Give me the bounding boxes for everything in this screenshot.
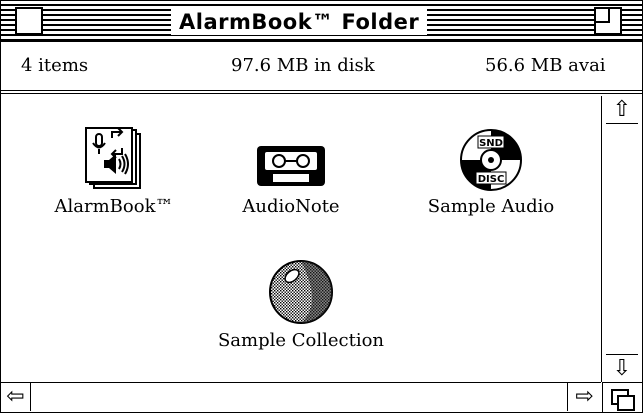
vertical-scrollbar[interactable]: ⇧ ⇩ (601, 96, 642, 382)
file-sample-collection[interactable]: Sample Collection (191, 254, 411, 351)
file-alarmbook[interactable]: AlarmBook™ (39, 126, 189, 217)
info-bar: 4 items 97.6 MB in disk 56.6 MB avai (1, 42, 642, 94)
scroll-down-arrow-icon[interactable]: ⇩ (606, 354, 638, 382)
alarmbook-app-icon (85, 127, 141, 189)
window-title: AlarmBook™ Folder (171, 9, 428, 35)
file-sample-audio[interactable]: SND DISC Sample Audio (406, 126, 576, 217)
finder-window: AlarmBook™ Folder 4 items 97.6 MB in dis… (0, 0, 643, 413)
file-label: AlarmBook™ (54, 196, 174, 217)
sphere-icon (269, 260, 333, 324)
cassette-icon (257, 146, 325, 186)
disc-label: DISC (478, 174, 505, 185)
scroll-left-arrow-icon[interactable]: ⇦ (1, 383, 31, 411)
resize-grow-box-icon[interactable] (602, 382, 642, 412)
item-count: 4 items (21, 55, 89, 76)
folder-content: AlarmBook™ AudioNote SND DISC Sample Aud… (1, 96, 600, 381)
disk-usage: 97.6 MB in disk (231, 55, 375, 76)
snd-disc-icon: SND DISC (460, 129, 522, 191)
close-box[interactable] (15, 7, 43, 35)
scroll-right-arrow-icon[interactable]: ⇨ (567, 383, 601, 411)
horizontal-scrollbar[interactable]: ⇦ ⇨ (1, 382, 601, 412)
file-audionote[interactable]: AudioNote (226, 126, 356, 217)
available-space: 56.6 MB avai (485, 55, 606, 76)
zoom-box[interactable] (594, 7, 622, 35)
file-label: Sample Collection (217, 330, 385, 351)
file-label: Sample Audio (427, 196, 555, 217)
scroll-up-arrow-icon[interactable]: ⇧ (606, 96, 638, 124)
file-label: AudioNote (242, 196, 340, 217)
snd-label: SND (479, 138, 503, 149)
title-bar[interactable]: AlarmBook™ Folder (1, 1, 642, 42)
